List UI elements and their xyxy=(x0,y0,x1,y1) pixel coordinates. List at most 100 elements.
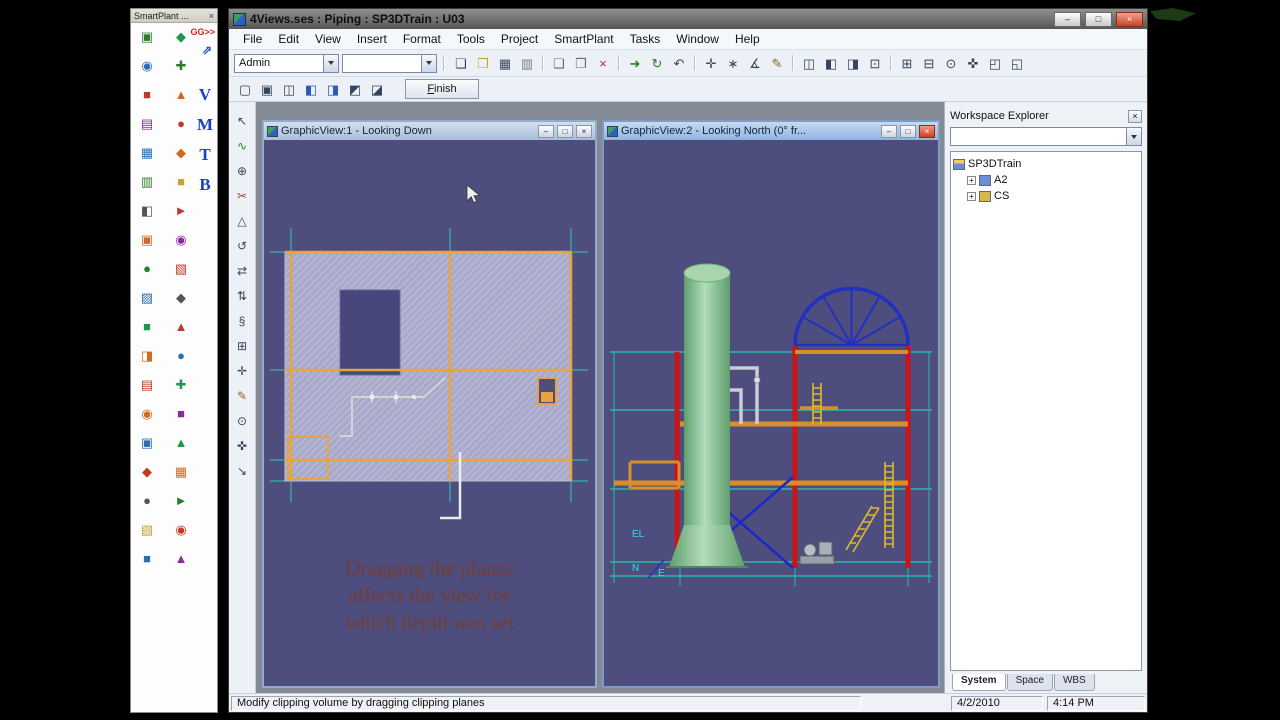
palette-icon[interactable]: ■ xyxy=(169,404,193,424)
window-layout-icon[interactable]: ◨ xyxy=(843,53,863,73)
sketch-icon[interactable]: ✎ xyxy=(767,53,787,73)
previous-view-icon[interactable]: ◱ xyxy=(1007,53,1027,73)
surface-mount-icon[interactable]: △ xyxy=(232,212,252,230)
expander-icon[interactable]: + xyxy=(967,191,976,201)
clip-option-2-icon[interactable]: ▣ xyxy=(257,79,277,99)
palette-icon[interactable]: ◧ xyxy=(135,201,159,221)
palette-icon[interactable]: ■ xyxy=(135,549,159,569)
palette-icon[interactable]: ► xyxy=(169,491,193,511)
close-icon[interactable]: × xyxy=(1128,109,1142,123)
delete-icon[interactable]: × xyxy=(593,53,613,73)
clip-option-5-icon[interactable]: ◨ xyxy=(323,79,343,99)
clip-option-3-icon[interactable]: ◫ xyxy=(279,79,299,99)
palette-icon[interactable]: ▲ xyxy=(169,317,193,337)
crosshair-tool-icon[interactable]: ✛ xyxy=(232,362,252,380)
menu-smartplant[interactable]: SmartPlant xyxy=(546,30,621,48)
open-icon[interactable]: ❐ xyxy=(473,53,493,73)
menu-format[interactable]: Format xyxy=(395,30,449,48)
palette-icon[interactable]: ▦ xyxy=(169,462,193,482)
palette-letter-t[interactable]: T xyxy=(196,145,214,165)
chevron-down-icon[interactable] xyxy=(323,54,338,72)
tree-item-sp3dtrain[interactable]: SP3DTrain xyxy=(953,156,1139,172)
palette-icon[interactable]: ◉ xyxy=(135,56,159,76)
clip-option-4-icon[interactable]: ◧ xyxy=(301,79,321,99)
elevation-tool-icon[interactable]: ⇅ xyxy=(232,287,252,305)
view-box-icon[interactable]: ⊡ xyxy=(865,53,885,73)
pan-tool-icon[interactable]: ✜ xyxy=(232,437,252,455)
menu-window[interactable]: Window xyxy=(668,30,727,48)
palette-gg-label[interactable]: GG>> xyxy=(190,27,215,37)
palette-icon[interactable]: ◉ xyxy=(135,404,159,424)
palette-icon[interactable]: ● xyxy=(135,491,159,511)
clip-option-7-icon[interactable]: ◪ xyxy=(367,79,387,99)
zoom-tool-2-icon[interactable]: ⊙ xyxy=(232,412,252,430)
route-pipe-icon[interactable]: ∿ xyxy=(232,137,252,155)
palette-icon[interactable]: ◆ xyxy=(169,143,193,163)
workspace-filter-combobox[interactable] xyxy=(950,127,1142,146)
menu-tools[interactable]: Tools xyxy=(449,30,493,48)
palette-icon[interactable]: ▨ xyxy=(135,288,159,308)
palette-icon[interactable]: ▦ xyxy=(135,143,159,163)
tab-system[interactable]: System xyxy=(952,674,1006,691)
palette-icon[interactable]: ● xyxy=(135,259,159,279)
close-button[interactable]: × xyxy=(576,124,592,138)
palette-letter-m[interactable]: M xyxy=(196,115,214,135)
undo-icon[interactable]: ↶ xyxy=(669,53,689,73)
palette-letter-v[interactable]: V xyxy=(196,85,214,105)
palette-icon[interactable]: ■ xyxy=(169,172,193,192)
save-icon[interactable]: ▦ xyxy=(495,53,515,73)
maximize-button[interactable]: □ xyxy=(900,124,916,138)
palette-icon[interactable]: ◨ xyxy=(135,346,159,366)
fit-view-icon[interactable]: ◰ xyxy=(985,53,1005,73)
chevron-down-icon[interactable] xyxy=(421,54,436,72)
permission-group-combobox[interactable]: Admin xyxy=(234,53,339,73)
tree-item-cs[interactable]: + CS xyxy=(953,188,1139,204)
rotate-icon[interactable]: ↻ xyxy=(647,53,667,73)
jump-icon[interactable]: ⇗ xyxy=(202,43,212,57)
new-document-icon[interactable]: ❏ xyxy=(451,53,471,73)
palette-icon[interactable]: ◉ xyxy=(169,520,193,540)
close-button[interactable]: × xyxy=(919,124,935,138)
menu-insert[interactable]: Insert xyxy=(349,30,395,48)
move-icon[interactable]: ➜ xyxy=(625,53,645,73)
minimize-button[interactable]: – xyxy=(881,124,897,138)
select-tool-icon[interactable]: ↖ xyxy=(232,112,252,130)
zoom-in-icon[interactable]: ⊞ xyxy=(897,53,917,73)
palette-icon[interactable]: ▥ xyxy=(135,172,159,192)
maximize-button[interactable]: □ xyxy=(557,124,573,138)
measure-icon[interactable]: ∡ xyxy=(745,53,765,73)
menu-project[interactable]: Project xyxy=(493,30,546,48)
zoom-out-icon[interactable]: ⊟ xyxy=(919,53,939,73)
minimize-button[interactable]: – xyxy=(538,124,554,138)
insert-split-icon[interactable]: ✂ xyxy=(232,187,252,205)
palette-icon[interactable]: ▤ xyxy=(135,375,159,395)
insert-component-icon[interactable]: ⊕ xyxy=(232,162,252,180)
chevron-down-icon[interactable] xyxy=(1126,128,1141,145)
palette-icon[interactable]: ▲ xyxy=(169,549,193,569)
print-icon[interactable]: ▥ xyxy=(517,53,537,73)
copy-icon[interactable]: ❑ xyxy=(549,53,569,73)
split-view-icon[interactable]: ◧ xyxy=(821,53,841,73)
palette-icon[interactable]: ▣ xyxy=(135,433,159,453)
palette-icon[interactable]: ● xyxy=(169,114,193,134)
zoom-tool-icon[interactable]: ⊙ xyxy=(941,53,961,73)
move-tool-icon[interactable]: ⇄ xyxy=(232,262,252,280)
view-properties-icon[interactable]: ◫ xyxy=(799,53,819,73)
palette-icon[interactable]: ■ xyxy=(135,85,159,105)
palette-icon[interactable]: ▣ xyxy=(135,230,159,250)
tab-space[interactable]: Space xyxy=(1006,674,1053,691)
menu-edit[interactable]: Edit xyxy=(270,30,307,48)
palette-icon[interactable]: ▧ xyxy=(135,520,159,540)
minimize-button[interactable]: – xyxy=(1054,11,1081,27)
graphic-view-1-titlebar[interactable]: GraphicView:1 - Looking Down – □ × xyxy=(264,122,595,140)
tree-item-a2[interactable]: + A2 xyxy=(953,172,1139,188)
pan-icon[interactable]: ✜ xyxy=(963,53,983,73)
palette-icon[interactable]: ✚ xyxy=(169,375,193,395)
palette-icon[interactable]: ▲ xyxy=(169,433,193,453)
pinpoint-icon[interactable]: ✛ xyxy=(701,53,721,73)
palette-icon[interactable]: ◉ xyxy=(169,230,193,250)
palette-icon[interactable]: ▣ xyxy=(135,27,159,47)
menu-help[interactable]: Help xyxy=(727,30,768,48)
palette-icon[interactable]: ▧ xyxy=(169,259,193,279)
point-along-icon[interactable]: ∗ xyxy=(723,53,743,73)
